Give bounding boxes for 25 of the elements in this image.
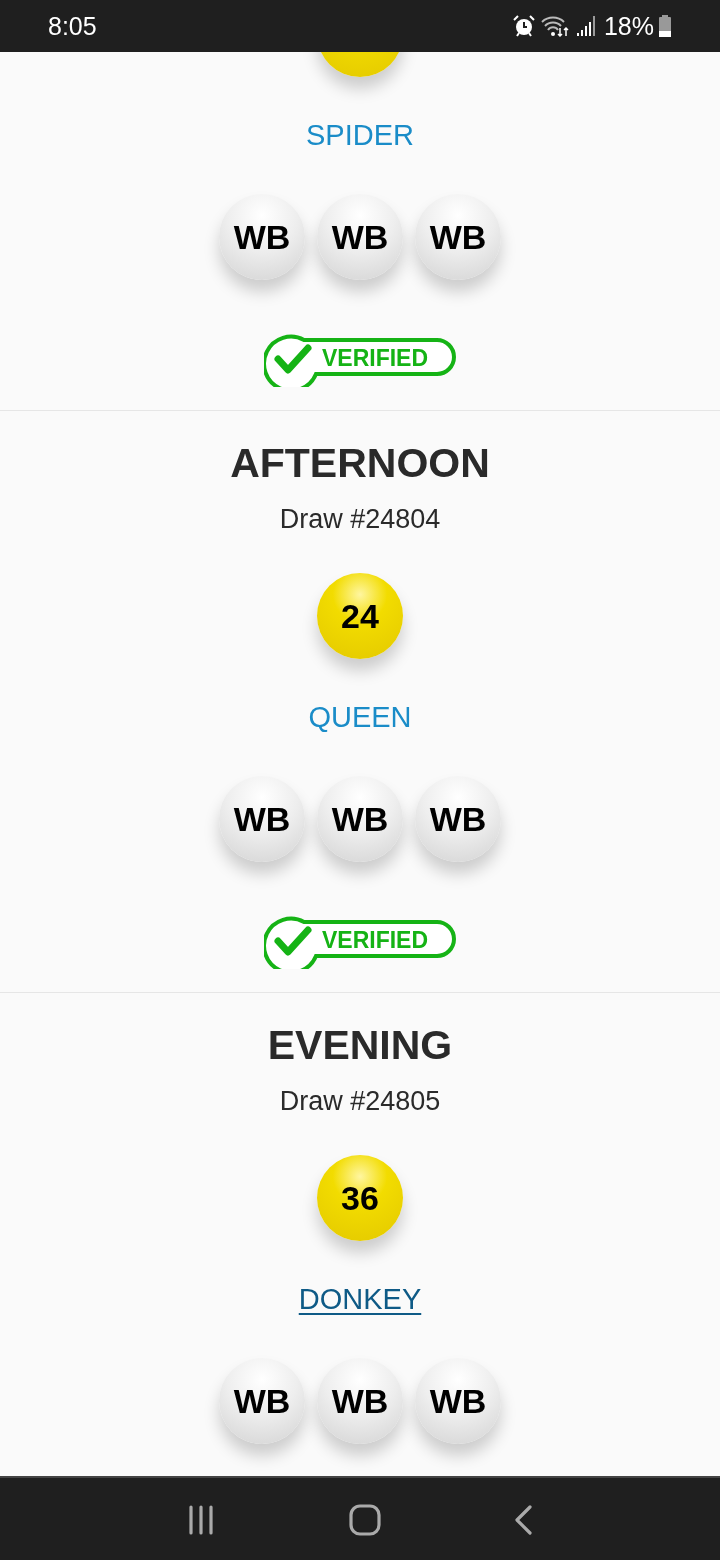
battery-icon [658, 14, 672, 38]
bonus-ball: WB [415, 194, 501, 280]
signal-icon [575, 14, 596, 38]
draw-number: Draw #24805 [279, 1085, 441, 1118]
bonus-ball: WB [219, 1358, 305, 1444]
bonus-ball: WB [317, 776, 403, 862]
lucky-ball: 24 [317, 573, 403, 659]
animal-link[interactable]: QUEEN [308, 697, 412, 737]
animal-link[interactable]: SPIDER [306, 115, 414, 155]
battery-percent: 18% [603, 11, 654, 41]
bonus-ball: WB [219, 776, 305, 862]
bonus-ball: WB [219, 194, 305, 280]
animal-link[interactable]: DONKEY [298, 1279, 422, 1319]
bonus-ball: WB [415, 776, 501, 862]
home-icon[interactable] [349, 1504, 381, 1536]
draw-title: AFTERNOON [230, 439, 490, 488]
back-icon[interactable] [513, 1505, 534, 1535]
draw-number: Draw #24804 [279, 503, 441, 536]
lucky-ball: 36 [317, 1155, 403, 1241]
alarm-icon [511, 14, 536, 38]
clock-time: 8:05 [48, 11, 97, 41]
draw-title: EVENING [267, 1021, 453, 1070]
bonus-ball: WB [415, 1358, 501, 1444]
bonus-ball: WB [317, 194, 403, 280]
bonus-ball: WB [317, 1358, 403, 1444]
